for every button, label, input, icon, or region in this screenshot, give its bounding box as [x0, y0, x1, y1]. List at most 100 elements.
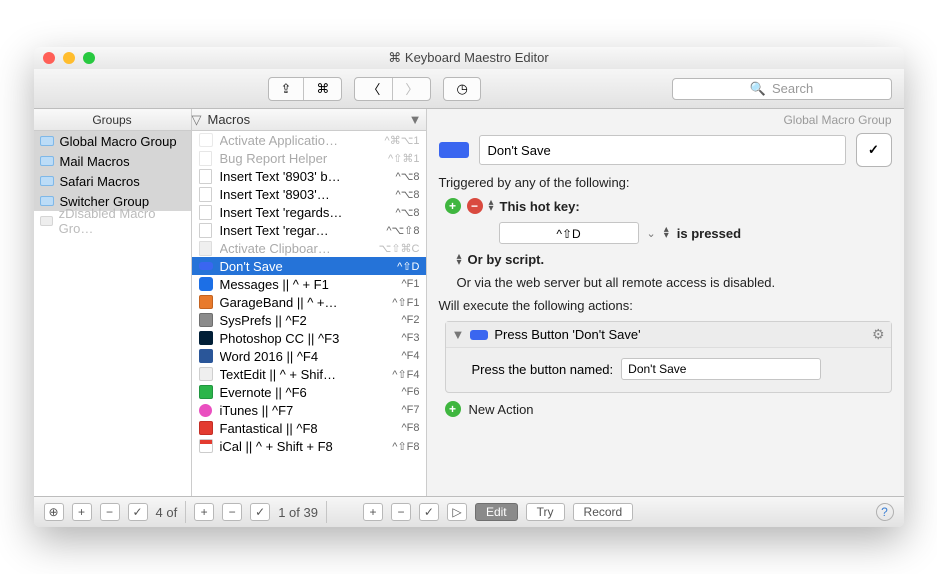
actions-add-button[interactable]: + [363, 503, 383, 521]
macro-color-swatch[interactable] [439, 142, 469, 158]
add-trigger-button[interactable]: + [445, 198, 461, 214]
new-action-plus-icon[interactable]: + [445, 401, 461, 417]
minimize-window-button[interactable] [63, 52, 75, 64]
command-button[interactable]: ⌘ [304, 78, 341, 100]
clipboard-icon [199, 241, 212, 256]
macro-item[interactable]: Insert Text '8903' b…^⌥8 [192, 167, 426, 185]
share-button[interactable]: ⇪ [269, 78, 305, 100]
trigger-type-stepper[interactable]: ▴▾ [489, 200, 494, 212]
macro-name-label: Insert Text 'regards… [220, 205, 390, 220]
group-label: Mail Macros [60, 154, 130, 169]
macro-item[interactable]: Activate Applicatio…^⌘⌥1 [192, 131, 426, 149]
macro-item[interactable]: SysPrefs || ^F2^F2 [192, 311, 426, 329]
macro-item[interactable]: Evernote || ^F6^F6 [192, 383, 426, 401]
history-button[interactable]: ◷ [444, 78, 479, 100]
macros-enable-button[interactable]: ✓ [250, 503, 270, 521]
macro-item[interactable]: Messages || ^ + F1^F1 [192, 275, 426, 293]
macro-shortcut-label: ^F3 [402, 332, 420, 344]
macro-item[interactable]: Don't Save^⇧D [192, 257, 426, 275]
actions-remove-button[interactable]: − [391, 503, 411, 521]
macro-name-label: Messages || ^ + F1 [220, 277, 396, 292]
action-item[interactable]: ▼ Press Button 'Don't Save' ⚙ Press the … [445, 321, 892, 393]
macro-item[interactable]: Activate Clipboar…⌥⇧⌘C [192, 239, 426, 257]
macros-add-button[interactable]: + [194, 503, 214, 521]
toolbar: ⇪ ⌘ 〈 〉 ◷ 🔍 Search [34, 69, 904, 109]
macro-name-label: TextEdit || ^ + Shif… [220, 367, 387, 382]
photoshop-icon [199, 331, 213, 345]
document-icon [199, 223, 212, 238]
macro-item[interactable]: Photoshop CC || ^F3^F3 [192, 329, 426, 347]
macro-item[interactable]: TextEdit || ^ + Shif… ^⇧F4 [192, 365, 426, 383]
new-action-label[interactable]: New Action [469, 402, 534, 417]
help-button[interactable]: ? [876, 503, 894, 521]
press-mode-stepper[interactable]: ▴▾ [664, 227, 669, 239]
groups-enable-button[interactable]: ✓ [128, 503, 148, 521]
search-icon: 🔍 [750, 81, 766, 97]
macro-shortcut-label: ^⌥8 [396, 170, 420, 183]
folder-icon [40, 156, 54, 166]
group-item[interactable]: Safari Macros [34, 171, 191, 191]
share-icon: ⇪ [281, 81, 292, 97]
macro-name-label: Bug Report Helper [220, 151, 383, 166]
button-name-input[interactable] [621, 358, 821, 380]
sysprefs-icon [199, 313, 213, 327]
groups-remove-button[interactable]: − [100, 503, 120, 521]
action-gear-button[interactable]: ⚙ [872, 326, 885, 343]
macros-header[interactable]: ▽ Macros ▼ [192, 109, 426, 131]
record-button[interactable]: Record [573, 503, 634, 521]
actions-try-button[interactable]: ▷ [447, 503, 467, 521]
macro-item[interactable]: Insert Text 'regards…^⌥8 [192, 203, 426, 221]
macro-shortcut-label: ^⇧F4 [392, 368, 419, 381]
macro-name-label: iCal || ^ + Shift + F8 [220, 439, 387, 454]
macro-item[interactable]: Bug Report Helper^⇧⌘1 [192, 149, 426, 167]
actions-enable-button[interactable]: ✓ [419, 503, 439, 521]
messages-icon [199, 277, 213, 291]
macro-name-input[interactable] [479, 135, 846, 165]
groups-target-button[interactable]: ⊕ [44, 503, 64, 521]
group-item[interactable]: zDisabled Macro Gro… [34, 211, 191, 231]
groups-header[interactable]: Groups [34, 109, 191, 131]
hot-key-stepper-icon[interactable]: ⌄ [647, 227, 656, 240]
macros-remove-button[interactable]: − [222, 503, 242, 521]
macro-item[interactable]: Word 2016 || ^F4^F4 [192, 347, 426, 365]
nav-forward-button[interactable]: 〉 [393, 78, 430, 100]
web-server-note: Or via the web server but all remote acc… [457, 275, 892, 290]
group-item[interactable]: Global Macro Group [34, 131, 191, 151]
nav-back-button[interactable]: 〈 [355, 78, 393, 100]
hot-key-field[interactable]: ^⇧D [499, 222, 639, 244]
macro-item[interactable]: Insert Text 'regar…^⌥⇧8 [192, 221, 426, 239]
disclosure-triangle-icon[interactable]: ▼ [452, 327, 465, 342]
sort-direction-icon: ▼ [409, 112, 422, 127]
macro-name-label: GarageBand || ^ +… [220, 295, 387, 310]
close-window-button[interactable] [43, 52, 55, 64]
macro-name-label: Fantastical || ^F8 [220, 421, 396, 436]
macro-name-label: Insert Text 'regar… [220, 223, 381, 238]
groups-column: Groups Global Macro Group Mail Macros Safa… [34, 109, 192, 496]
macro-shortcut-label: ^⇧F8 [392, 440, 419, 453]
button-pill-icon [199, 262, 213, 270]
macro-item[interactable]: iTunes || ^F7^F7 [192, 401, 426, 419]
command-icon: ⌘ [316, 81, 329, 97]
group-item[interactable]: Mail Macros [34, 151, 191, 171]
macro-item[interactable]: iCal || ^ + Shift + F8 ^⇧F8 [192, 437, 426, 455]
edit-button[interactable]: Edit [475, 503, 518, 521]
will-execute-label: Will execute the following actions: [439, 298, 892, 313]
try-button[interactable]: Try [526, 503, 565, 521]
macro-item[interactable]: Fantastical || ^F8 ^F8 [192, 419, 426, 437]
script-trigger-stepper[interactable]: ▴▾ [457, 254, 462, 266]
search-field[interactable]: 🔍 Search [672, 78, 892, 100]
macro-item[interactable]: Insert Text '8903'…^⌥8 [192, 185, 426, 203]
macro-shortcut-label: ^⌘⌥1 [385, 134, 420, 147]
groups-add-button[interactable]: + [72, 503, 92, 521]
macro-shortcut-label: ^⇧D [397, 260, 419, 273]
macro-name-label: SysPrefs || ^F2 [220, 313, 396, 328]
macro-name-label: Word 2016 || ^F4 [220, 349, 396, 364]
zoom-window-button[interactable] [83, 52, 95, 64]
macros-column: ▽ Macros ▼ Activate Applicatio…^⌘⌥1Bug R… [192, 109, 427, 496]
macro-enabled-checkbox[interactable]: ✓ [856, 133, 892, 167]
macro-shortcut-label: ^F8 [402, 422, 420, 434]
itunes-icon [199, 404, 212, 417]
remove-trigger-button[interactable]: − [467, 198, 483, 214]
macro-item[interactable]: GarageBand || ^ +…^⇧F1 [192, 293, 426, 311]
action-title: Press Button 'Don't Save' [494, 327, 640, 342]
